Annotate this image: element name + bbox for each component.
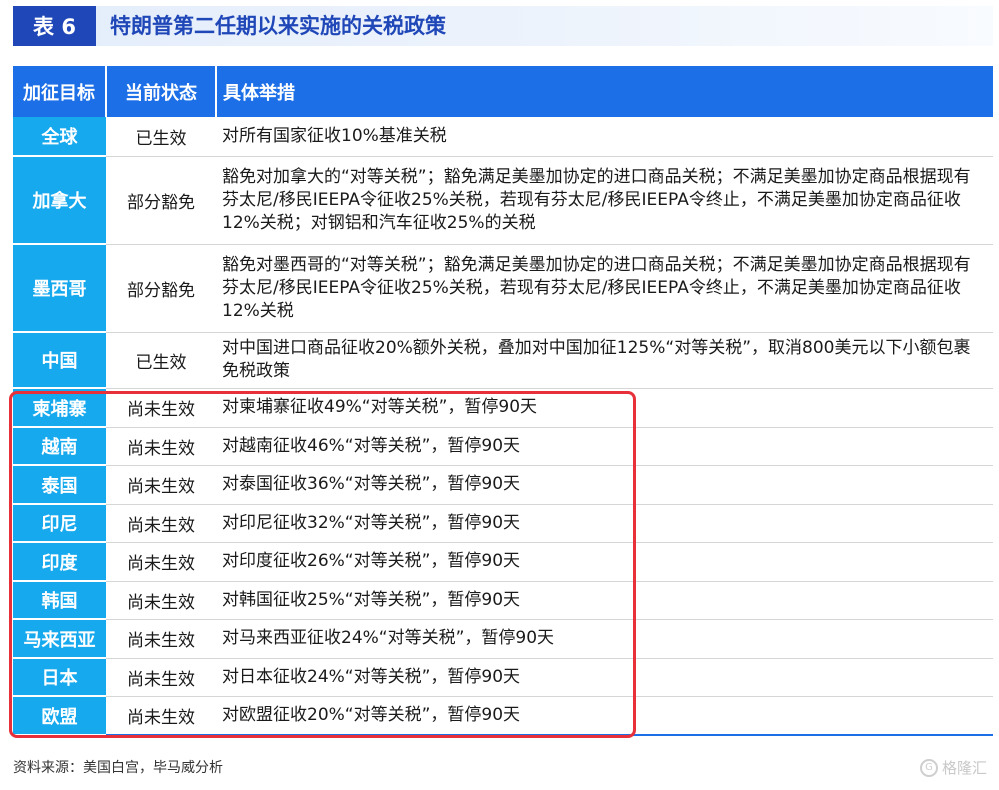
table-header-row: 加征目标 当前状态 具体举措 (13, 66, 993, 117)
watermark-text: 格隆汇 (941, 759, 987, 777)
table-number-badge: 表 6 (13, 6, 96, 46)
status-cell: 已生效 (106, 117, 216, 157)
table-row: 中国 已生效 对中国进口商品征收20%额外关税，叠加对中国加征125%“对等关税”，… (13, 332, 993, 389)
column-header-status: 当前状态 (106, 66, 217, 117)
highlight-box (9, 391, 636, 738)
target-cell: 全球 (13, 117, 106, 157)
source-note: 资料来源：美国白宫，毕马威分析 (13, 760, 223, 776)
watermark-logo-icon: G (919, 758, 938, 777)
measure-cell: 对中国进口商品征收20%额外关税，叠加对中国加征125%“对等关税”，取消800… (216, 332, 993, 389)
target-cell: 墨西哥 (13, 244, 106, 333)
title-bar: 表 6 特朗普第二任期以来实施的关税政策 (13, 6, 993, 46)
status-cell: 已生效 (106, 332, 216, 389)
column-header-target: 加征目标 (13, 66, 107, 117)
column-header-measure: 具体举措 (216, 66, 993, 117)
table-row: 加拿大 部分豁免 豁免对加拿大的“对等关税”；豁免满足美墨加协定的进口商品关税；不满… (13, 156, 993, 245)
page-title: 特朗普第二任期以来实施的关税政策 (110, 14, 446, 38)
measure-cell: 对所有国家征收10%基准关税 (216, 117, 993, 157)
table-row: 全球 已生效 对所有国家征收10%基准关税 (13, 117, 993, 157)
status-cell: 部分豁免 (106, 156, 216, 245)
target-cell: 中国 (13, 332, 106, 389)
status-cell: 部分豁免 (106, 244, 216, 333)
target-cell: 加拿大 (13, 156, 106, 245)
table-row: 墨西哥 部分豁免 豁免对墨西哥的“对等关税”；豁免满足美墨加协定的进口商品关税；不满… (13, 244, 993, 333)
measure-cell: 豁免对加拿大的“对等关税”；豁免满足美墨加协定的进口商品关税；不满足美墨加协定商… (216, 156, 993, 245)
watermark: G 格隆汇 (919, 757, 987, 778)
measure-cell: 豁免对墨西哥的“对等关税”；豁免满足美墨加协定的进口商品关税；不满足美墨加协定商… (216, 244, 993, 333)
